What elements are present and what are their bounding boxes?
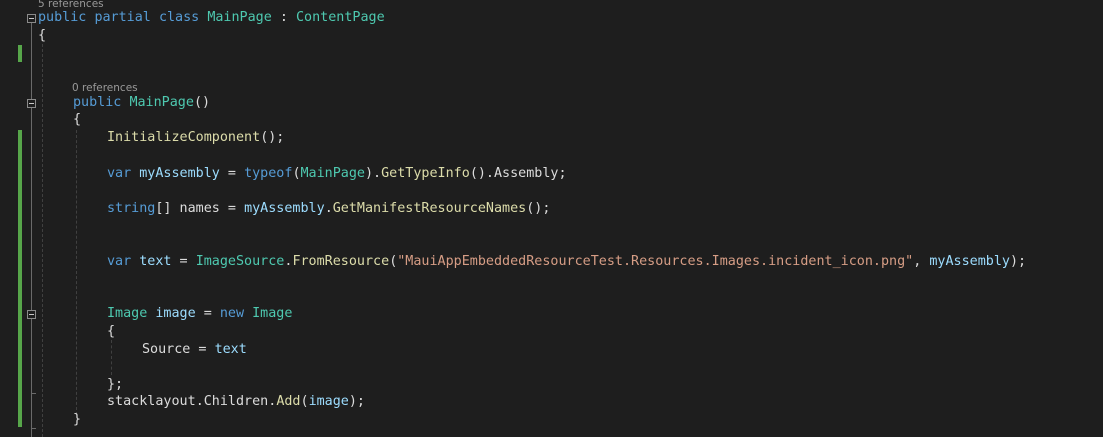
- method-name: GetTypeInfo: [381, 166, 470, 181]
- comma-token: ,: [913, 254, 930, 269]
- collapse-class-icon[interactable]: [27, 14, 36, 23]
- method-name: FromResource: [292, 254, 390, 269]
- keyword-var: var: [107, 254, 132, 269]
- keyword-public: public: [73, 95, 122, 110]
- variable-name: myAssembly: [244, 201, 325, 216]
- dot-token: .: [195, 394, 204, 409]
- keyword-string: string: [107, 201, 156, 216]
- declaration-token: [] names =: [155, 201, 245, 216]
- keyword-public: public: [38, 10, 87, 25]
- collapse-constructor-icon[interactable]: [27, 99, 36, 108]
- outline-end-tick: [31, 428, 36, 429]
- change-indicator: [18, 130, 22, 427]
- indent-guide: [111, 340, 112, 375]
- object-name: stacklayout: [107, 394, 196, 409]
- code-line-open-brace: {: [107, 323, 115, 340]
- indent-guide: [42, 44, 43, 437]
- base-class-name: ContentPage: [296, 10, 385, 25]
- constructor-name: MainPage: [129, 95, 194, 110]
- colon-token: :: [271, 10, 296, 25]
- brace-token: {: [73, 112, 82, 127]
- argument-name: myAssembly: [929, 254, 1010, 269]
- code-line-close-brace: }: [73, 411, 81, 428]
- punctuation-token: );: [348, 394, 365, 409]
- code-line-initialize: InitializeComponent();: [107, 129, 284, 146]
- code-line-image-source: var text = ImageSource.FromResource("Mau…: [107, 253, 1026, 270]
- punctuation-token: ();: [260, 130, 285, 145]
- code-line-close-initializer: };: [107, 376, 123, 393]
- code-line-assembly: var myAssembly = typeof(MainPage).GetTyp…: [107, 165, 567, 182]
- code-line-names: string[] names = myAssembly.GetManifestR…: [107, 200, 550, 217]
- method-name: GetManifestResourceNames: [332, 201, 527, 216]
- variable-name: image: [155, 306, 196, 321]
- type-name: Image: [252, 306, 293, 321]
- type-name: MainPage: [300, 166, 366, 181]
- paren-token: (: [292, 166, 301, 181]
- assign-token: =: [190, 342, 215, 357]
- code-line-constructor: public MainPage(): [73, 94, 210, 111]
- string-literal: "MauiAppEmbeddedResourceTest.Resources.I…: [397, 254, 914, 269]
- paren-token: (): [193, 95, 211, 110]
- collapse-initializer-icon[interactable]: [27, 310, 36, 319]
- punctuation-token: ).: [365, 166, 382, 181]
- outline-end-tick: [31, 393, 36, 394]
- punctuation-token: ();: [526, 201, 551, 216]
- brace-token: {: [38, 28, 47, 43]
- type-name: Image: [107, 306, 148, 321]
- argument-name: image: [308, 394, 349, 409]
- dot-token: .: [324, 201, 333, 216]
- paren-token: (: [300, 394, 309, 409]
- brace-token: {: [107, 324, 116, 339]
- code-line-open-brace: {: [38, 27, 46, 44]
- outline-line: [31, 23, 32, 437]
- assign-token: =: [171, 254, 196, 269]
- code-line-add-child: stacklayout.Children.Add(image);: [107, 393, 365, 410]
- code-line-class-declaration: public partial class MainPage : ContentP…: [38, 9, 385, 26]
- assign-token: =: [195, 306, 220, 321]
- code-line-image-new: Image image = new Image: [107, 305, 292, 322]
- brace-token: };: [107, 377, 124, 392]
- change-indicator: [18, 45, 22, 62]
- assign-token: =: [219, 166, 245, 181]
- method-name: InitializeComponent: [107, 130, 261, 145]
- keyword-typeof: typeof: [244, 166, 293, 181]
- code-editor[interactable]: 5 references 0 references public partial…: [0, 0, 1103, 437]
- property-name: Source: [142, 342, 191, 357]
- method-name: Add: [276, 394, 301, 409]
- keyword-class: class: [158, 10, 200, 25]
- indent-guide: [76, 130, 77, 415]
- variable-name: text: [139, 254, 172, 269]
- code-line-source-assign: Source = text: [142, 341, 247, 358]
- keyword-partial: partial: [94, 10, 151, 25]
- code-line-open-brace: {: [73, 111, 81, 128]
- brace-token: }: [73, 412, 82, 427]
- keyword-var: var: [107, 166, 132, 181]
- type-name: ImageSource: [195, 254, 285, 269]
- keyword-new: new: [219, 306, 245, 321]
- punctuation-token: );: [1009, 254, 1027, 269]
- class-name: MainPage: [207, 10, 272, 25]
- property-name: Children: [203, 394, 269, 409]
- variable-name: text: [214, 342, 247, 357]
- punctuation-token: ().Assembly;: [469, 166, 567, 181]
- variable-name: myAssembly: [139, 166, 220, 181]
